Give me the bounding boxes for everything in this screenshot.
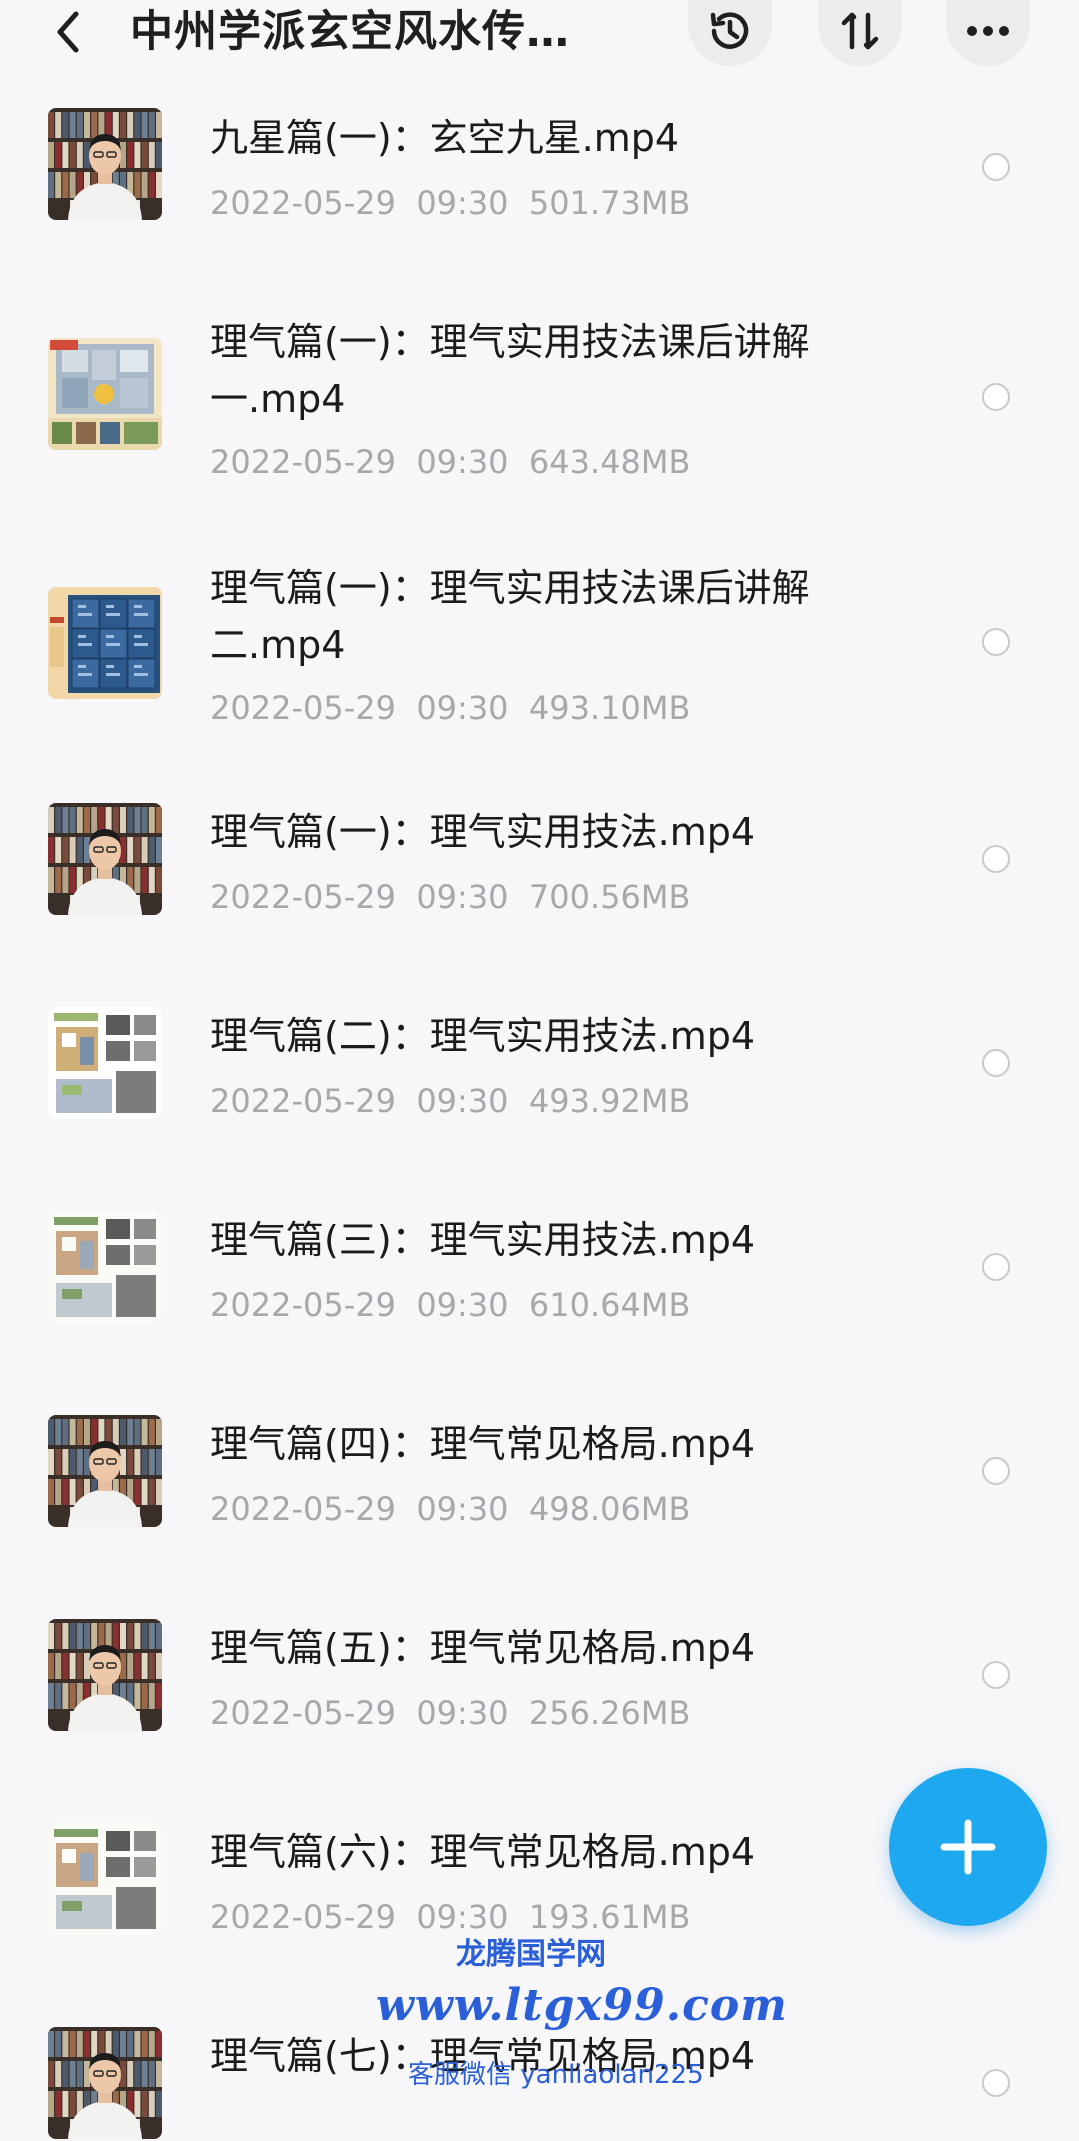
select-radio[interactable] — [982, 1661, 1010, 1689]
file-name: 理气篇(五)：理气常见格局.mp4 — [210, 1626, 756, 1670]
file-meta: 2022-05-29 09:30 700.56MB — [210, 877, 690, 917]
file-time: 09:30 — [416, 443, 509, 481]
back-button[interactable] — [48, 6, 88, 58]
video-thumbnail — [48, 1415, 162, 1527]
history-clock-icon — [710, 12, 749, 49]
file-name: 理气篇(六)：理气常见格局.mp4 — [210, 1830, 756, 1874]
select-radio[interactable] — [982, 1049, 1010, 1077]
watermark-site-name: 龙腾国学网 — [456, 1937, 606, 1972]
file-time: 09:30 — [416, 1082, 509, 1120]
select-radio[interactable] — [982, 845, 1010, 873]
file-date: 2022-05-29 — [210, 689, 396, 727]
file-date: 2022-05-29 — [210, 1286, 396, 1324]
file-date: 2022-05-29 — [210, 878, 396, 916]
file-time: 09:30 — [416, 1694, 509, 1732]
file-name: 理气篇(一)：理气实用技法课后讲解二.mp4 — [210, 566, 810, 667]
file-date: 2022-05-29 — [210, 1694, 396, 1732]
plus-icon — [940, 1819, 996, 1875]
watermark-contact: 客服微信 yanliaolan225 — [408, 2060, 704, 2090]
file-date: 2022-05-29 — [210, 1898, 396, 1936]
file-meta: 2022-05-29 09:30 493.92MB — [210, 1081, 690, 1121]
video-thumbnail — [48, 1211, 162, 1323]
video-thumbnail — [48, 338, 162, 450]
file-meta — [210, 2101, 251, 2141]
page-title: 中州学派玄空风水传… — [130, 7, 570, 57]
select-radio[interactable] — [982, 153, 1010, 181]
video-thumbnail — [48, 1823, 162, 1935]
more-button[interactable] — [946, 0, 1030, 66]
file-size: 610.64MB — [528, 1286, 691, 1324]
more-dots-icon — [967, 26, 1009, 36]
video-thumbnail — [48, 2027, 162, 2139]
select-radio[interactable] — [982, 628, 1010, 656]
chevron-left-icon — [57, 11, 79, 53]
file-time: 09:30 — [416, 1286, 509, 1324]
file-date: 2022-05-29 — [210, 443, 396, 481]
top-bar: 中州学派玄空风水传… — [0, 0, 1079, 70]
video-thumbnail — [48, 1619, 162, 1731]
file-meta: 2022-05-29 09:30 256.26MB — [210, 1693, 690, 1733]
file-name: 理气篇(二)：理气实用技法.mp4 — [210, 1014, 756, 1058]
file-size: 700.56MB — [528, 878, 691, 916]
file-meta: 2022-05-29 09:30 493.10MB — [210, 688, 690, 728]
file-size: 493.92MB — [528, 1082, 691, 1120]
file-time: 09:30 — [416, 184, 509, 222]
file-name: 九星篇(一)：玄空九星.mp4 — [210, 116, 680, 160]
file-meta: 2022-05-29 09:30 193.61MB — [210, 1897, 690, 1937]
video-thumbnail — [48, 108, 162, 220]
select-radio[interactable] — [982, 1457, 1010, 1485]
video-thumbnail — [48, 1007, 162, 1119]
select-radio[interactable] — [982, 383, 1010, 411]
file-date: 2022-05-29 — [210, 184, 396, 222]
file-size: 501.73MB — [528, 184, 691, 222]
file-time: 09:30 — [416, 878, 509, 916]
file-size: 643.48MB — [528, 443, 691, 481]
watermark-url: www.ltgx99.com — [376, 1980, 788, 2031]
file-time: 09:30 — [416, 689, 509, 727]
add-button[interactable] — [889, 1768, 1047, 1926]
select-radio[interactable] — [982, 1253, 1010, 1281]
video-thumbnail — [48, 803, 162, 915]
file-name: 理气篇(三)：理气实用技法.mp4 — [210, 1218, 756, 1262]
video-thumbnail — [48, 587, 162, 699]
file-meta: 2022-05-29 09:30 610.64MB — [210, 1285, 690, 1325]
file-meta: 2022-05-29 09:30 643.48MB — [210, 442, 690, 482]
file-name: 理气篇(一)：理气实用技法课后讲解一.mp4 — [210, 320, 810, 421]
file-meta: 2022-05-29 09:30 498.06MB — [210, 1489, 690, 1529]
sort-button[interactable] — [818, 0, 902, 66]
file-size: 493.10MB — [528, 689, 691, 727]
file-name: 理气篇(四)：理气常见格局.mp4 — [210, 1422, 756, 1466]
file-size: 498.06MB — [528, 1490, 691, 1528]
file-size: 256.26MB — [528, 1694, 691, 1732]
history-button[interactable] — [688, 0, 772, 66]
sort-arrows-icon — [841, 12, 879, 50]
file-date: 2022-05-29 — [210, 1082, 396, 1120]
file-name: 理气篇(一)：理气实用技法.mp4 — [210, 810, 756, 854]
select-radio[interactable] — [982, 2069, 1010, 2097]
file-date: 2022-05-29 — [210, 1490, 396, 1528]
file-time: 09:30 — [416, 1490, 509, 1528]
file-meta: 2022-05-29 09:30 501.73MB — [210, 183, 690, 223]
